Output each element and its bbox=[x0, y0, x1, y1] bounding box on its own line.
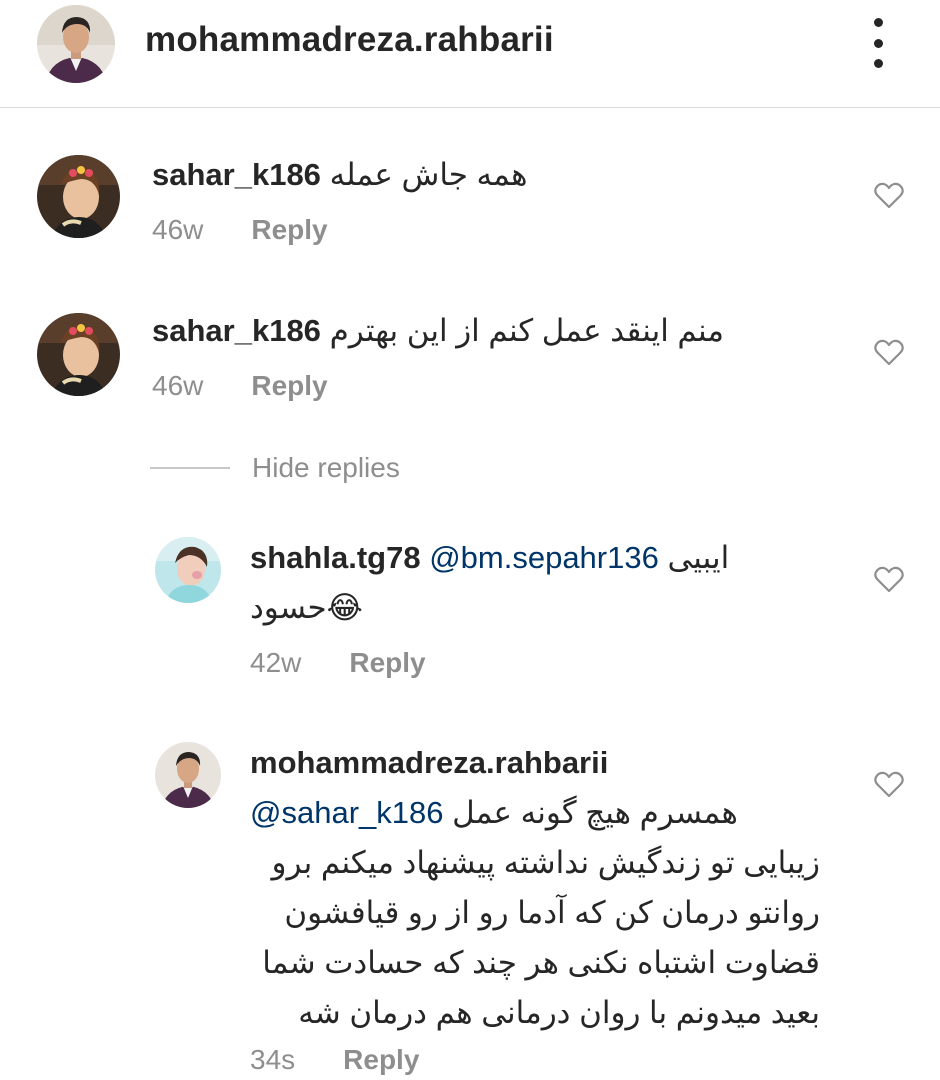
comment-time: 46w bbox=[152, 214, 204, 245]
comment-username[interactable]: sahar_k186 bbox=[152, 157, 321, 192]
comment-meta: 34s Reply bbox=[250, 1044, 419, 1076]
reply-button[interactable]: Reply bbox=[349, 647, 425, 678]
comment-username[interactable]: mohammadreza.rahbarii bbox=[250, 745, 608, 780]
laughing-emoji-icon: 😂 bbox=[326, 590, 363, 625]
comment-username[interactable]: sahar_k186 bbox=[152, 313, 321, 348]
post-header: mohammadreza.rahbarii bbox=[0, 0, 940, 108]
comment-message: همه جاش عمله bbox=[329, 157, 528, 192]
comment-text: shahla.tg78 @bm.sepahr136 ایبیی bbox=[250, 533, 729, 583]
comment-message: حسود bbox=[250, 590, 327, 625]
more-dot bbox=[873, 18, 883, 27]
like-heart-icon[interactable] bbox=[874, 181, 904, 209]
comment-time: 46w bbox=[152, 370, 204, 401]
like-heart-icon[interactable] bbox=[874, 565, 904, 593]
commenter-avatar[interactable] bbox=[37, 155, 120, 238]
comment-meta: 46w Reply bbox=[152, 214, 328, 246]
more-options-icon[interactable] bbox=[860, 18, 896, 68]
comment-message: منم اینقد عمل کنم از این بهترم bbox=[329, 313, 725, 348]
reply-button[interactable]: Reply bbox=[251, 214, 327, 245]
more-dot bbox=[873, 38, 883, 48]
more-dot bbox=[873, 59, 883, 68]
like-heart-icon[interactable] bbox=[874, 338, 904, 366]
comment-meta: 42w Reply bbox=[250, 647, 426, 679]
comment-message: ایبیی bbox=[667, 540, 730, 575]
mention-link[interactable]: @sahar_k186 bbox=[250, 795, 443, 830]
comment-body: زیبایی تو زندگیش نداشته پیشنهاد میکنم بر… bbox=[250, 838, 820, 1038]
commenter-avatar[interactable] bbox=[155, 537, 221, 603]
reply-button[interactable]: Reply bbox=[343, 1044, 419, 1075]
comment-message: همسرم هیچ گونه عمل bbox=[452, 795, 738, 830]
comment-username[interactable]: shahla.tg78 bbox=[250, 540, 421, 575]
comment-text-line: حسود😂 bbox=[250, 583, 363, 633]
header-avatar[interactable] bbox=[37, 5, 115, 83]
hide-replies-label[interactable]: Hide replies bbox=[252, 452, 400, 484]
commenter-avatar[interactable] bbox=[37, 313, 120, 396]
comment-meta: 46w Reply bbox=[152, 370, 328, 402]
comment-time: 34s bbox=[250, 1044, 296, 1075]
comment-text-line: @sahar_k186 همسرم هیچ گونه عمل bbox=[250, 788, 738, 838]
comment-text: sahar_k186 همه جاش عمله bbox=[152, 150, 527, 200]
comment-message: قضاوت اشتباه نکنی هر چند که حسادت شما bbox=[262, 945, 820, 980]
commenter-avatar[interactable] bbox=[155, 742, 221, 808]
hide-replies-toggle[interactable]: Hide replies bbox=[150, 452, 400, 484]
comment-message: بعید میدونم با روان درمانی هم درمان شه bbox=[298, 995, 820, 1030]
comment-text: sahar_k186 منم اینقد عمل کنم از این بهتر… bbox=[152, 306, 724, 356]
comment-username-line: mohammadreza.rahbarii bbox=[250, 738, 608, 788]
mention-link[interactable]: @bm.sepahr136 bbox=[429, 540, 659, 575]
header-username[interactable]: mohammadreza.rahbarii bbox=[145, 20, 554, 60]
reply-button[interactable]: Reply bbox=[251, 370, 327, 401]
like-heart-icon[interactable] bbox=[874, 770, 904, 798]
comment-time: 42w bbox=[250, 647, 302, 678]
replies-divider bbox=[150, 467, 230, 469]
comment-message: روانتو درمان کن که آدما رو از رو قیافشون bbox=[284, 895, 820, 930]
comment-message: زیبایی تو زندگیش نداشته پیشنهاد میکنم بر… bbox=[271, 845, 820, 880]
